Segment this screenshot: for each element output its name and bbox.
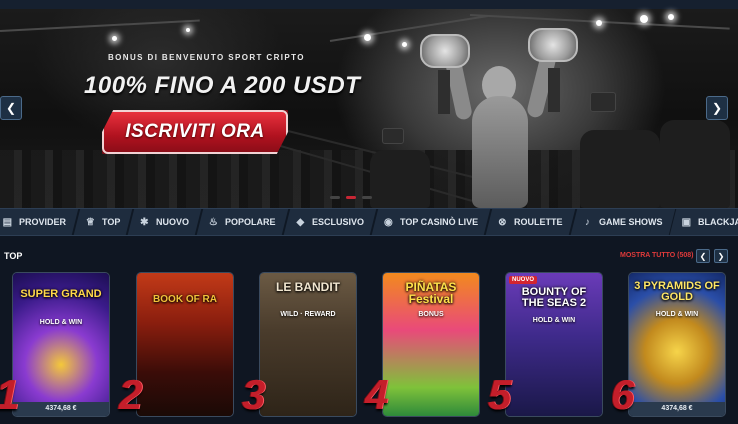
game-card[interactable]: BOOK OF RA [136, 272, 234, 417]
photographer [580, 130, 660, 208]
category-esclusivo[interactable]: ◆ ESCLUSIVO [283, 209, 379, 235]
new-badge: NUOVO [509, 276, 538, 284]
belt-strap [438, 70, 450, 114]
jackpot-amount: 4374,68 € [13, 402, 109, 416]
category-popolare[interactable]: ♨ POPOLARE [197, 209, 291, 235]
cards-icon: ▣ [681, 216, 692, 228]
category-top-casin-live[interactable]: ◉ TOP CASINÒ LIVE [371, 209, 493, 235]
game-card[interactable]: 3 PYRAMIDS OF GOLD HOLD & WIN 4374,68 € [628, 272, 726, 417]
flame-icon: ♨ [209, 216, 219, 228]
spotlight [364, 34, 371, 41]
top-bar-strip [0, 0, 738, 9]
game-title: SUPER GRAND [20, 288, 102, 300]
game-subtitle: HOLD & WIN [655, 311, 699, 318]
game-title: PIÑATAS Festival [405, 280, 457, 306]
game-card[interactable]: BOUNTY OF THE SEAS 2 HOLD & WIN NUOVO [505, 272, 603, 417]
photographer [660, 120, 730, 208]
spotlight [640, 15, 648, 23]
chevron-right-icon: ❯ [717, 251, 725, 261]
diamond-icon: ◆ [296, 216, 305, 228]
game-title: BOUNTY OF THE SEAS 2 [521, 286, 587, 309]
fighter-image [420, 28, 578, 208]
spotlight [402, 42, 407, 47]
camera-icon [382, 128, 404, 144]
category-game-shows[interactable]: ♪ GAME SHOWS [570, 209, 677, 235]
category-label: NUOVO [156, 217, 190, 227]
rank-number: 4 [365, 371, 389, 418]
section-next-button[interactable]: ❯ [714, 249, 728, 263]
category-nuovo[interactable]: ✱ NUOVO [128, 209, 204, 235]
banner-next-button[interactable]: ❯ [706, 96, 728, 120]
rank-number: 6 [611, 371, 635, 418]
spotlight [186, 28, 190, 32]
category-top[interactable]: ♕ TOP [73, 209, 135, 235]
category-label: ROULETTE [514, 217, 563, 227]
championship-belt-icon [420, 34, 470, 68]
banner-prev-button[interactable]: ❮ [0, 96, 22, 120]
chevron-right-icon: ❯ [711, 101, 723, 115]
spotlight [596, 20, 602, 26]
game-thumbnail [260, 273, 356, 416]
championship-belt-icon [528, 28, 578, 62]
game-subtitle: HOLD & WIN [39, 319, 83, 326]
lighting-truss [0, 19, 200, 32]
category-roulette[interactable]: ⊗ ROULETTE [485, 209, 577, 235]
chevron-left-icon: ❮ [5, 101, 17, 115]
game-card[interactable]: SUPER GRAND HOLD & WIN 4374,68 € [12, 272, 110, 417]
hero-banner: BONUS DI BENVENUTO SPORT CRIPTO 100% FIN… [0, 0, 738, 208]
provider-icon: ▤ [2, 216, 13, 228]
chevron-left-icon: ❮ [699, 251, 707, 261]
camera-icon [590, 92, 616, 112]
fighter-body [472, 96, 528, 208]
category-label: ESCLUSIVO [311, 217, 364, 227]
category-label: POPOLARE [225, 217, 276, 227]
category-nav: ▤ PROVIDER ♕ TOP ✱ NUOVO ♨ POPOLARE ◆ ESCLUSIVO ◉ T… [0, 208, 738, 236]
category-provider[interactable]: ▤ PROVIDER [0, 209, 81, 235]
game-title: 3 PYRAMIDS OF GOLD [634, 280, 720, 303]
rank-number: 2 [119, 371, 143, 418]
category-label: BLACKJACK [698, 217, 738, 227]
game-subtitle: HOLD & WIN [532, 317, 576, 324]
category-label: TOP CASINÒ LIVE [399, 217, 479, 227]
belt-strap [548, 68, 560, 112]
spotlight [668, 14, 674, 20]
promo-title: 100% FINO A 200 USDT [84, 72, 361, 99]
trophy-icon: ♕ [86, 216, 95, 228]
game-title: LE BANDIT [276, 280, 340, 294]
spotlight [112, 36, 117, 41]
category-label: GAME SHOWS [598, 217, 663, 227]
pagination-dot[interactable] [330, 196, 340, 199]
signup-button[interactable]: ISCRIVITI ORA [102, 110, 288, 154]
game-subtitle: WILD · REWARD [280, 311, 336, 318]
game-title: BOOK OF RA [153, 294, 217, 305]
rank-number: 5 [488, 371, 512, 418]
live-casino-icon: ◉ [384, 216, 393, 228]
new-icon: ✱ [140, 216, 150, 228]
microphone-icon: ♪ [584, 216, 590, 228]
photographer [370, 150, 430, 208]
promo-subtitle: BONUS DI BENVENUTO SPORT CRIPTO [108, 53, 305, 62]
roulette-icon: ⊗ [498, 216, 507, 228]
rank-number: 1 [0, 374, 19, 416]
rank-number: 3 [242, 371, 266, 418]
category-label: PROVIDER [19, 217, 67, 227]
game-subtitle: BONUS [418, 311, 444, 318]
jackpot-amount: 4374,68 € [629, 402, 725, 416]
game-card[interactable]: PIÑATAS Festival BONUS [382, 272, 480, 417]
category-label: TOP [102, 217, 121, 227]
pagination-dot-active[interactable] [346, 196, 356, 199]
category-blackjack[interactable]: ▣ BLACKJACK [669, 209, 738, 235]
section-title: TOP [4, 251, 23, 261]
pagination-dot[interactable] [362, 196, 372, 199]
show-all-link[interactable]: MOSTRA TUTTO (508) [620, 252, 694, 259]
banner-pagination [330, 196, 372, 199]
section-prev-button[interactable]: ❮ [696, 249, 710, 263]
game-card[interactable]: LE BANDIT WILD · REWARD [259, 272, 357, 417]
